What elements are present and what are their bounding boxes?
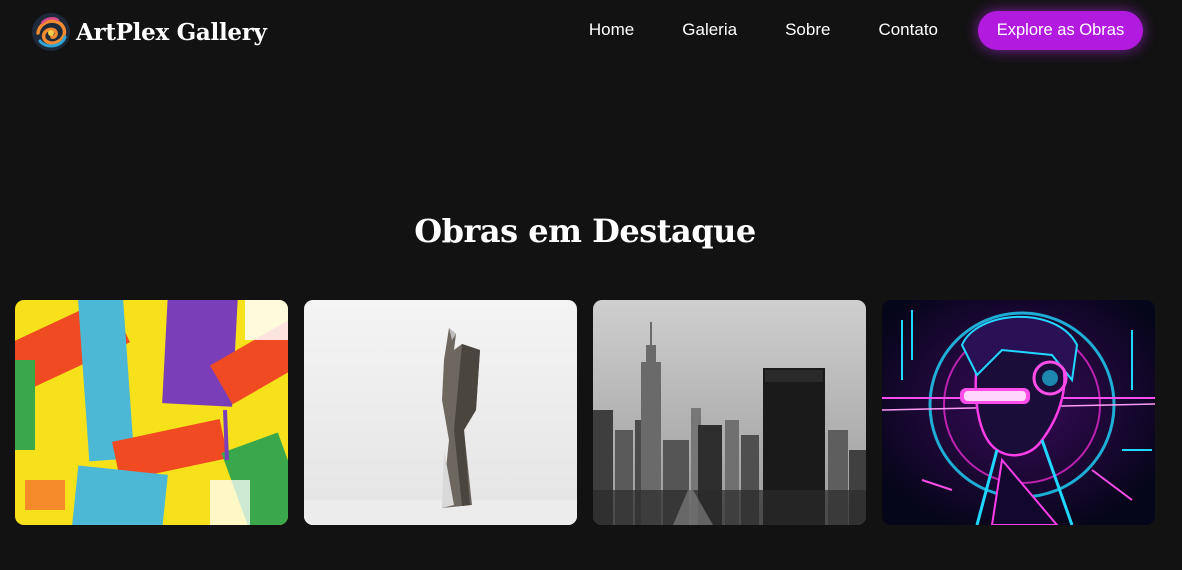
artwork-card-city-skyline[interactable] (593, 300, 866, 525)
featured-section-title: Obras em Destaque (414, 212, 756, 250)
nav-item-sobre: Sobre (785, 20, 830, 40)
nav-item-home: Home (589, 20, 634, 40)
nav-item-galeria: Galeria (682, 20, 737, 40)
nav-item-contato: Contato (878, 20, 938, 40)
navbar: ArtPlex Gallery Home Galeria Sobre Conta… (0, 0, 1182, 62)
artwork-card-abstract-painting[interactable] (15, 300, 288, 525)
nav-links: Home Galeria Sobre Contato (589, 20, 938, 40)
nav-link-contato[interactable]: Contato (878, 20, 938, 39)
brand-link[interactable]: ArtPlex Gallery (30, 11, 267, 53)
artwork-card-neon-portrait[interactable] (882, 300, 1155, 525)
city-skyline-image (593, 300, 866, 525)
nav-link-galeria[interactable]: Galeria (682, 20, 737, 39)
featured-artworks-grid (15, 300, 1155, 525)
sculpture-image (304, 300, 577, 525)
nav-link-home[interactable]: Home (589, 20, 634, 39)
nav-link-sobre[interactable]: Sobre (785, 20, 830, 39)
abstract-painting-image (15, 300, 288, 525)
neon-portrait-image (882, 300, 1155, 525)
swirl-logo-icon (32, 13, 70, 51)
artwork-card-sculpture[interactable] (304, 300, 577, 525)
explore-artworks-button[interactable]: Explore as Obras (978, 11, 1143, 50)
brand-name: ArtPlex Gallery (76, 18, 267, 46)
